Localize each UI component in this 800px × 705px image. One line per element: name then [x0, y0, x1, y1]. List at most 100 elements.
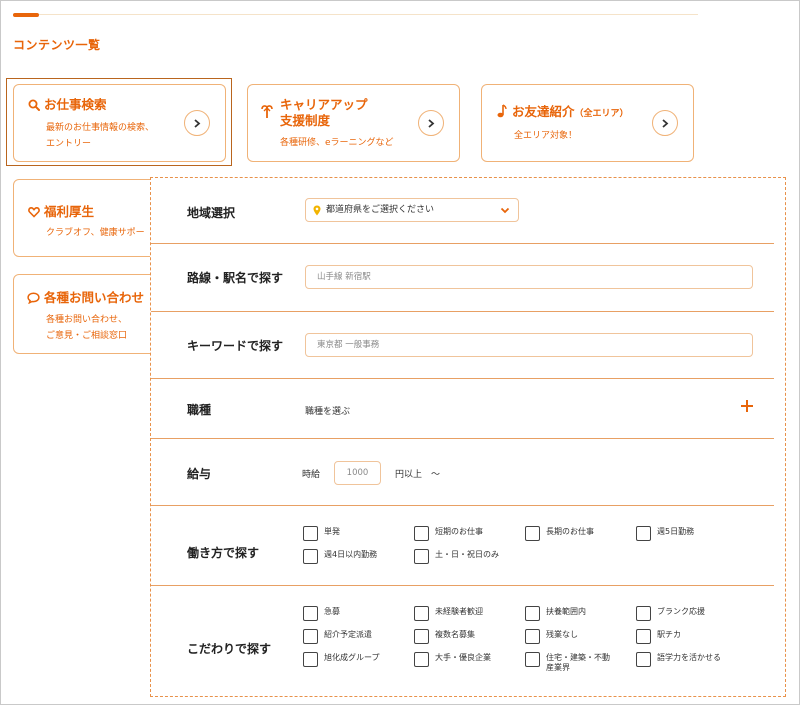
preference-checkbox[interactable]: 未経験者歓迎	[414, 606, 531, 621]
card-title-line: キャリアアップ	[280, 97, 368, 112]
work-style-checkbox[interactable]: 長期のお仕事	[525, 526, 642, 541]
card-title-sub: （全エリア）	[574, 109, 629, 119]
music-note-icon	[497, 104, 507, 118]
card-friend-referral[interactable]: お友達紹介（全エリア） 全エリア対象！	[481, 84, 694, 162]
checkbox[interactable]	[414, 549, 429, 564]
checkbox[interactable]	[525, 629, 540, 644]
card-title-text: お友達紹介	[512, 104, 575, 119]
checkbox-label: 住宅・建築・不動産業界	[546, 653, 610, 672]
checkbox[interactable]	[525, 526, 540, 541]
work-style-label: 働き方で探す	[187, 546, 260, 560]
checkbox-label: 大手・優良企業	[435, 653, 491, 662]
card-arrow-button[interactable]	[652, 110, 678, 136]
station-row: 路線・駅名で探す	[151, 244, 785, 311]
work-style-checkbox[interactable]: 土・日・祝日のみ	[414, 549, 531, 564]
work-style-row: 働き方で探す 単発 短期のお仕事 長期のお仕事 週5日勤務 週4日以内勤務 土・…	[151, 505, 785, 585]
work-style-checkbox[interactable]: 週5日勤務	[636, 526, 753, 541]
checkbox-label: 語学力を活かせる	[657, 653, 721, 662]
checkbox-label: 扶養範囲内	[546, 607, 586, 616]
preference-checkbox[interactable]: 大手・優良企業	[414, 652, 531, 667]
preferences-label: こだわりで探す	[187, 642, 272, 656]
card-title: 各種お問い合わせ	[44, 290, 145, 305]
station-input[interactable]	[305, 265, 753, 289]
checkbox-label: 紹介予定派遣	[324, 630, 372, 639]
preference-checkbox[interactable]: 語学力を活かせる	[636, 652, 753, 667]
preference-checkbox[interactable]: 複数名募集	[414, 629, 531, 644]
checkbox[interactable]	[636, 606, 651, 621]
chat-bubble-icon	[27, 292, 40, 304]
checkbox[interactable]	[303, 606, 318, 621]
checkbox[interactable]	[414, 652, 429, 667]
station-label: 路線・駅名で探す	[187, 271, 284, 285]
preference-checkbox[interactable]: 扶養範囲内	[525, 606, 642, 621]
checkbox[interactable]	[636, 629, 651, 644]
checkbox[interactable]	[303, 652, 318, 667]
preference-checkbox[interactable]: 紹介予定派遣	[303, 629, 420, 644]
checkbox[interactable]	[303, 549, 318, 564]
preference-checkbox[interactable]: 旭化成グループ	[303, 652, 420, 667]
job-type-value[interactable]: 職種を選ぶ	[305, 404, 350, 417]
checkbox-label: 短期のお仕事	[435, 527, 483, 536]
salary-suffix: 円以上 〜	[395, 470, 441, 480]
card-description: 各種お問い合わせ、 ご意見・ご相談窓口	[46, 312, 127, 344]
work-style-checkbox[interactable]: 短期のお仕事	[414, 526, 531, 541]
chevron-down-icon	[500, 207, 510, 214]
prefecture-select-value: 都道府県をご選択ください	[326, 205, 435, 215]
checkbox[interactable]	[303, 629, 318, 644]
card-title: お友達紹介（全エリア）	[512, 104, 629, 122]
checkbox[interactable]	[414, 526, 429, 541]
checkbox[interactable]	[525, 606, 540, 621]
preference-checkbox[interactable]: 急募	[303, 606, 420, 621]
checkbox-label: 残業なし	[546, 630, 578, 639]
card-career-up[interactable]: キャリアアップ 支援制度 各種研修、eラーニングなど	[247, 84, 460, 162]
card-description: クラブオフ、健康サポー	[46, 228, 145, 238]
prefecture-select[interactable]: 都道府県をご選択ください	[305, 198, 519, 222]
preference-checkbox[interactable]: 残業なし	[525, 629, 642, 644]
chevron-right-icon	[428, 118, 435, 128]
keyword-row: キーワードで探す	[151, 311, 785, 378]
work-style-checkbox[interactable]: 単発	[303, 526, 420, 541]
checkbox[interactable]	[414, 606, 429, 621]
checkbox-label: 旭化成グループ	[324, 653, 380, 662]
salary-label: 給与	[187, 467, 212, 481]
checkbox-label: 長期のお仕事	[546, 527, 594, 536]
checkbox[interactable]	[636, 526, 651, 541]
preference-checkbox[interactable]: 駅チカ	[636, 629, 753, 644]
keyword-input[interactable]	[305, 333, 753, 357]
card-desc-line: ご意見・ご相談窓口	[46, 331, 128, 341]
checkbox-label: 駅チカ	[657, 630, 681, 639]
job-type-row[interactable]: 職種 職種を選ぶ	[151, 378, 785, 438]
section-title: コンテンツ一覧	[13, 38, 101, 52]
location-pin-icon	[313, 205, 321, 216]
job-type-label: 職種	[187, 403, 212, 417]
card-desc-line: 各種お問い合わせ、	[46, 315, 128, 325]
checkbox-label: 急募	[324, 607, 340, 616]
checkbox[interactable]	[525, 652, 540, 667]
focus-outline	[6, 78, 232, 166]
salary-prefix: 時給	[302, 470, 321, 480]
plus-icon[interactable]	[740, 399, 754, 413]
region-label: 地域選択	[187, 206, 236, 220]
card-title-line: 支援制度	[280, 113, 331, 128]
header-rule	[13, 14, 698, 15]
checkbox-label: ブランク応援	[657, 607, 705, 616]
preference-checkbox[interactable]: ブランク応援	[636, 606, 753, 621]
career-up-icon	[261, 105, 273, 118]
checkbox-label: 週5日勤務	[657, 527, 695, 536]
card-title: 福利厚生	[44, 204, 95, 219]
preferences-row: こだわりで探す 急募 未経験者歓迎 扶養範囲内 ブランク応援 紹介予定派遣 複数…	[151, 585, 785, 695]
work-style-checkbox[interactable]: 週4日以内勤務	[303, 549, 420, 564]
region-row: 地域選択 都道府県をご選択ください	[151, 178, 785, 244]
header-accent-bar	[13, 13, 39, 17]
salary-row: 給与 時給 円以上 〜	[151, 438, 785, 505]
hourly-wage-input[interactable]	[334, 461, 381, 485]
checkbox[interactable]	[303, 526, 318, 541]
search-panel: 地域選択 都道府県をご選択ください 路線・駅名で探す キーワードで探す 職種 職…	[150, 177, 786, 697]
checkbox[interactable]	[414, 629, 429, 644]
card-arrow-button[interactable]	[418, 110, 444, 136]
heart-icon	[28, 206, 40, 218]
checkbox-label: 単発	[324, 527, 340, 536]
preference-checkbox[interactable]: 住宅・建築・不動産業界	[525, 652, 612, 673]
card-title: キャリアアップ 支援制度	[280, 97, 368, 129]
checkbox[interactable]	[636, 652, 651, 667]
